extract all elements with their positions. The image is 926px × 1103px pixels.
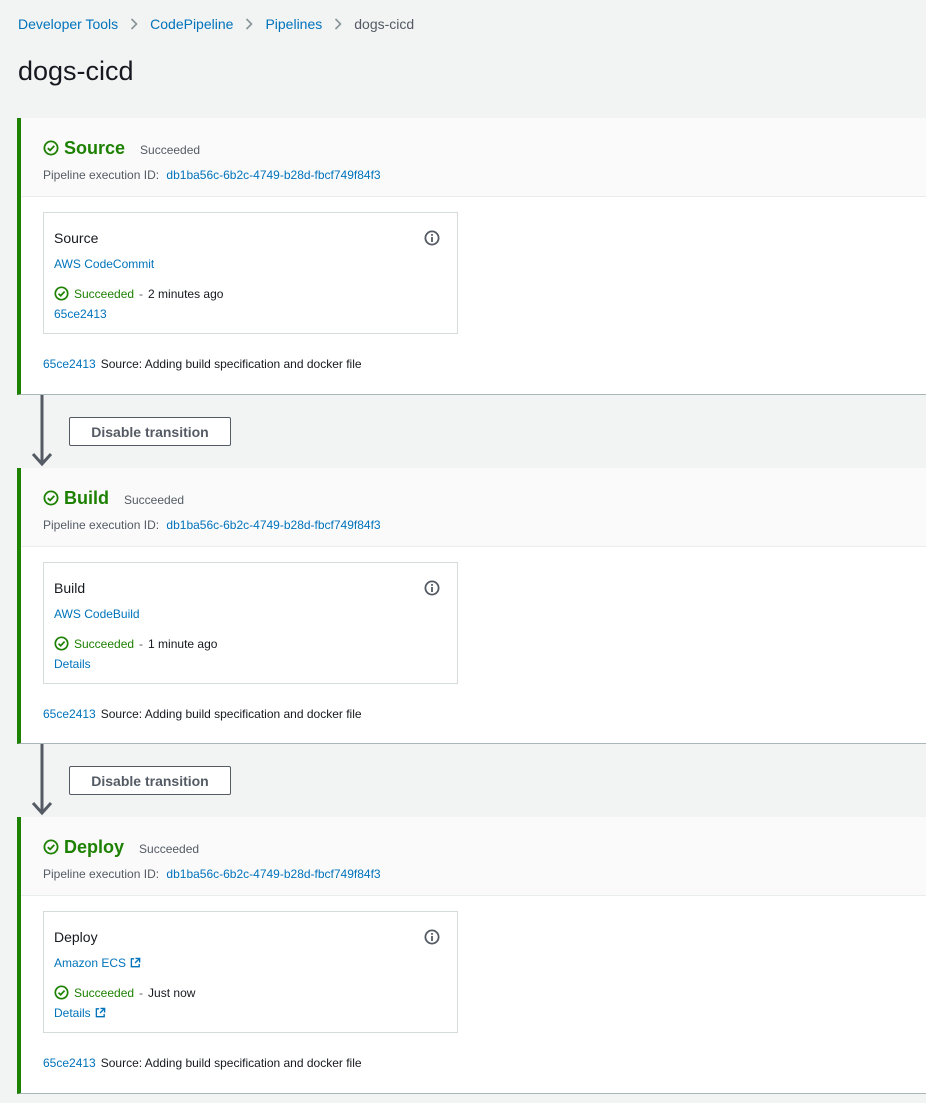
chevron-right-icon <box>245 18 254 30</box>
external-link-icon <box>130 957 141 968</box>
external-link-icon <box>95 1007 105 1018</box>
details-link[interactable]: Details <box>54 657 91 671</box>
status-separator: - <box>139 636 144 651</box>
stage-status: Succeeded <box>139 842 200 856</box>
action-status: Succeeded <box>74 636 135 651</box>
stage-build: Build Succeeded Pipeline execution ID: d… <box>17 468 926 744</box>
chevron-right-icon <box>130 18 138 30</box>
success-check-icon <box>43 140 59 156</box>
action-status: Succeeded <box>74 985 135 1000</box>
stage-header: Build Succeeded Pipeline execution ID: d… <box>21 468 926 547</box>
success-check-icon <box>43 839 59 855</box>
action-name: Build <box>54 580 86 596</box>
stage-status: Succeeded <box>124 493 185 507</box>
stage-title: Source <box>64 137 126 158</box>
page-title: dogs-cicd <box>18 56 134 86</box>
status-separator: - <box>139 985 144 1000</box>
action-provider-link[interactable]: Amazon ECS <box>54 956 141 970</box>
breadcrumb-developer-tools[interactable]: Developer Tools <box>18 16 118 32</box>
breadcrumb-codepipeline[interactable]: CodePipeline <box>150 16 233 32</box>
action-card-source: Source AWS CodeCommit Succeeded - 2 minu… <box>43 212 458 334</box>
disable-transition-button[interactable]: Disable transition <box>69 766 231 795</box>
action-time: 1 minute ago <box>148 636 218 651</box>
success-check-icon <box>54 286 69 301</box>
execution-id-link[interactable]: db1ba56c-6b2c-4749-b28d-fbcf749f84f3 <box>166 518 380 532</box>
execution-id-link[interactable]: db1ba56c-6b2c-4749-b28d-fbcf749f84f3 <box>166 168 380 182</box>
disable-transition-button[interactable]: Disable transition <box>69 417 231 446</box>
commit-id-link[interactable]: 65ce2413 <box>43 357 96 371</box>
info-icon[interactable] <box>424 580 440 596</box>
success-check-icon <box>43 490 59 506</box>
stage-title: Build <box>64 487 109 508</box>
success-check-icon <box>54 636 69 651</box>
commit-message: Source: Adding build specification and d… <box>100 357 362 371</box>
stage-status: Succeeded <box>140 143 201 157</box>
commit-summary: 65ce2413 Source: Adding build specificati… <box>43 1056 362 1070</box>
breadcrumb-current: dogs-cicd <box>354 16 415 32</box>
action-name: Deploy <box>54 929 98 945</box>
commit-id-link[interactable]: 65ce2413 <box>43 1056 96 1070</box>
info-icon[interactable] <box>424 929 440 945</box>
action-provider-link[interactable]: AWS CodeCommit <box>54 257 154 271</box>
transition-build-deploy: Disable transition <box>17 744 926 817</box>
status-separator: - <box>139 286 144 301</box>
arrow-down-icon <box>31 395 53 467</box>
commit-message: Source: Adding build specification and d… <box>100 707 362 721</box>
commit-message: Source: Adding build specification and d… <box>100 1056 362 1070</box>
stage-source: Source Succeeded Pipeline execution ID: … <box>17 118 926 395</box>
execution-id-label: Pipeline execution ID: <box>43 168 160 182</box>
action-card-build: Build AWS CodeBuild Succeeded - 1 minute… <box>43 562 458 684</box>
details-label: Details <box>54 1006 91 1020</box>
details-link[interactable]: Details <box>54 1006 106 1020</box>
stage-deploy: Deploy Succeeded Pipeline execution ID: … <box>17 817 926 1094</box>
action-time: 2 minutes ago <box>148 286 224 301</box>
execution-id-label: Pipeline execution ID: <box>43 867 160 881</box>
success-check-icon <box>54 985 69 1000</box>
action-status: Succeeded <box>74 286 135 301</box>
action-name: Source <box>54 230 99 246</box>
stage-header: Source Succeeded Pipeline execution ID: … <box>21 118 926 197</box>
execution-id-label: Pipeline execution ID: <box>43 518 160 532</box>
action-card-deploy: Deploy Amazon ECS Succeeded - Just now D… <box>43 911 458 1033</box>
arrow-down-icon <box>31 744 53 816</box>
commit-id-link[interactable]: 65ce2413 <box>43 707 96 721</box>
stage-header: Deploy Succeeded Pipeline execution ID: … <box>21 817 926 896</box>
stage-title: Deploy <box>64 836 125 857</box>
action-time: Just now <box>148 985 196 1000</box>
chevron-right-icon <box>334 18 342 30</box>
info-icon[interactable] <box>424 230 440 246</box>
commit-summary: 65ce2413 Source: Adding build specificati… <box>43 357 362 371</box>
provider-label: Amazon ECS <box>54 956 127 970</box>
commit-link[interactable]: 65ce2413 <box>54 307 107 321</box>
commit-summary: 65ce2413 Source: Adding build specificati… <box>43 707 362 721</box>
execution-id-link[interactable]: db1ba56c-6b2c-4749-b28d-fbcf749f84f3 <box>166 867 380 881</box>
action-provider-link[interactable]: AWS CodeBuild <box>54 607 140 621</box>
breadcrumb: Developer Tools CodePipeline Pipelines d… <box>18 14 414 34</box>
transition-source-build: Disable transition <box>17 395 926 468</box>
breadcrumb-pipelines[interactable]: Pipelines <box>265 16 322 32</box>
